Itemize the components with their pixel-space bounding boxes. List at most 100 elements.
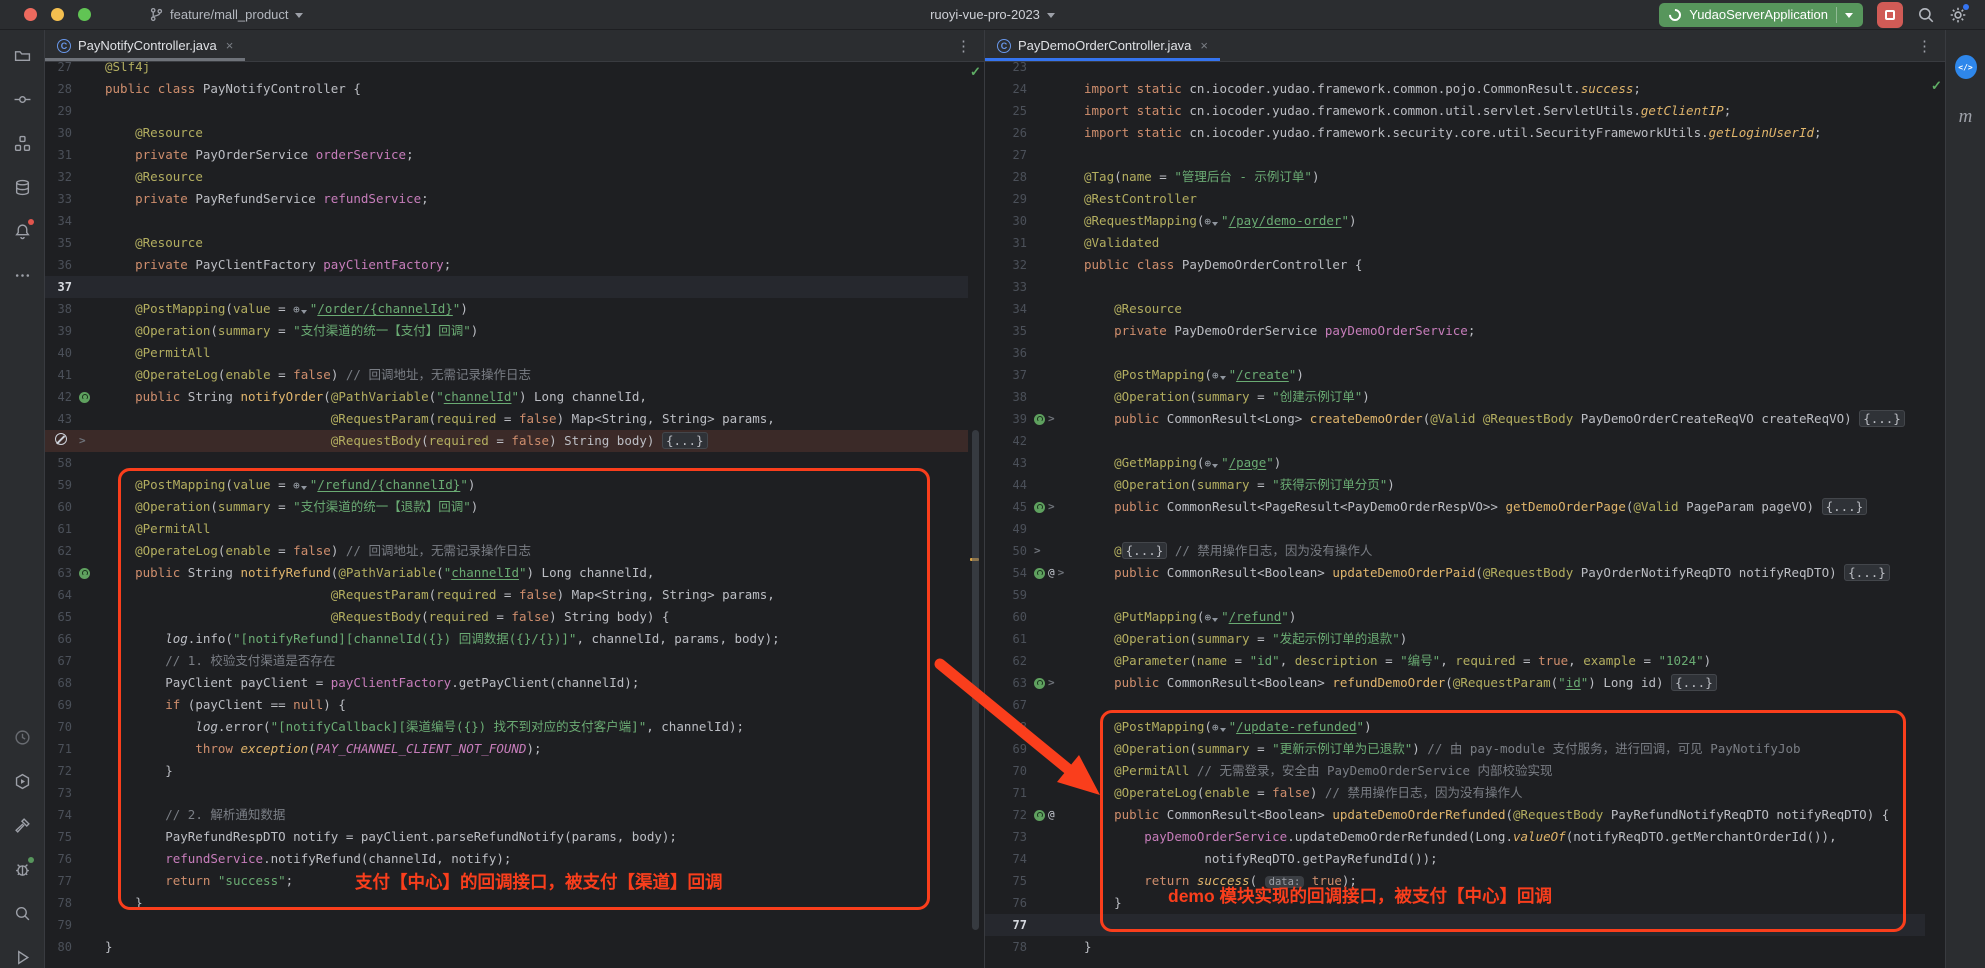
code-line-59[interactable]: 59 @PostMapping(value = "/refund/{channe…	[45, 474, 968, 496]
code-line-34[interactable]: 34	[45, 210, 968, 232]
run-test-gutter-icon[interactable]	[79, 568, 90, 579]
code-line-72[interactable]: 72@ public CommonResult<Boolean> updateD…	[985, 804, 1925, 826]
commit-icon[interactable]	[11, 88, 33, 110]
code-line-68[interactable]: 68 @PostMapping("/update-refunded")	[985, 716, 1925, 738]
code-line-77[interactable]: 77	[985, 914, 1925, 936]
annotated-gutter-icon[interactable]: @	[1048, 804, 1055, 826]
code-line-61[interactable]: 61 @Operation(summary = "发起示例订单的退款")	[985, 628, 1925, 650]
code-line-38[interactable]: 38 @PostMapping(value = "/order/{channel…	[45, 298, 968, 320]
tab-pay-notify-controller[interactable]: C PayNotifyController.java ×	[45, 30, 245, 61]
structure-icon[interactable]	[11, 132, 33, 154]
code-line-78[interactable]: 78}	[985, 936, 1925, 958]
annotated-gutter-icon[interactable]: @	[1048, 562, 1055, 584]
history-icon[interactable]	[11, 726, 33, 748]
run-test-gutter-icon[interactable]	[1034, 502, 1045, 513]
code-line-74[interactable]: 74 notifyReqDTO.getPayRefundId());	[985, 848, 1925, 870]
code-line-39[interactable]: 39 @Operation(summary = "支付渠道的统一【支付】回调")	[45, 320, 968, 342]
run-test-gutter-icon[interactable]	[1034, 414, 1045, 425]
tab-options-button[interactable]: ⋮	[944, 30, 984, 61]
code-line-49[interactable]: 49	[985, 518, 1925, 540]
code-line-35[interactable]: 35 @Resource	[45, 232, 968, 254]
code-line-80[interactable]: 80}	[45, 936, 968, 958]
code-line-39[interactable]: 39> public CommonResult<Long> createDemo…	[985, 408, 1925, 430]
more-icon[interactable]	[11, 264, 33, 286]
close-tab-icon[interactable]: ×	[226, 38, 234, 53]
run-configuration-button[interactable]: YudaoServerApplication	[1659, 3, 1863, 27]
code-line-62[interactable]: 62 @Parameter(name = "id", description =…	[985, 650, 1925, 672]
code-line[interactable]: > @RequestBody(required = false) String …	[45, 430, 968, 452]
folder-icon[interactable]	[11, 44, 33, 66]
code-line-35[interactable]: 35 private PayDemoOrderService payDemoOr…	[985, 320, 1925, 342]
fold-arrow-icon[interactable]: >	[1058, 562, 1065, 584]
debug-icon[interactable]	[11, 858, 33, 880]
tab-options-button[interactable]: ⋮	[1905, 30, 1945, 61]
inspections-ok-icon[interactable]: ✓	[1931, 78, 1942, 94]
code-line-26[interactable]: 26import static cn.iocoder.yudao.framewo…	[985, 122, 1925, 144]
right-code-editor[interactable]: 2324import static cn.iocoder.yudao.frame…	[985, 62, 1925, 968]
maven-icon[interactable]: m	[1955, 106, 1977, 128]
code-line-58[interactable]: 58	[45, 452, 968, 474]
fold-arrow-icon[interactable]: >	[1048, 408, 1055, 430]
build-icon[interactable]	[11, 814, 33, 836]
code-line-28[interactable]: 28public class PayNotifyController {	[45, 78, 968, 100]
ai-assistant-icon[interactable]: </>	[1955, 56, 1977, 78]
code-line-71[interactable]: 71 throw exception(PAY_CHANNEL_CLIENT_NO…	[45, 738, 968, 760]
scrollbar-thumb[interactable]	[972, 430, 979, 930]
code-line-32[interactable]: 32 @Resource	[45, 166, 968, 188]
code-line-67[interactable]: 67 // 1. 校验支付渠道是否存在	[45, 650, 968, 672]
code-line-25[interactable]: 25import static cn.iocoder.yudao.framewo…	[985, 100, 1925, 122]
code-line-71[interactable]: 71 @OperateLog(enable = false) // 禁用操作日志…	[985, 782, 1925, 804]
code-line-38[interactable]: 38 @Operation(summary = "创建示例订单")	[985, 386, 1925, 408]
code-line-62[interactable]: 62 @OperateLog(enable = false) // 回调地址，无…	[45, 540, 968, 562]
code-line-74[interactable]: 74 // 2. 解析通知数据	[45, 804, 968, 826]
code-line-34[interactable]: 34 @Resource	[985, 298, 1925, 320]
run-test-gutter-icon[interactable]	[1034, 810, 1045, 821]
code-line-29[interactable]: 29	[45, 100, 968, 122]
fold-arrow-icon[interactable]: >	[1048, 496, 1055, 518]
inspections-ok-icon[interactable]: ✓	[970, 64, 981, 80]
code-line-60[interactable]: 60 @Operation(summary = "支付渠道的统一【退款】回调")	[45, 496, 968, 518]
code-line-78[interactable]: 78 }	[45, 892, 968, 914]
code-line-30[interactable]: 30 @Resource	[45, 122, 968, 144]
code-line-64[interactable]: 64 @RequestParam(required = false) Map<S…	[45, 584, 968, 606]
code-line-54[interactable]: 54@> public CommonResult<Boolean> update…	[985, 562, 1925, 584]
code-line-79[interactable]: 79	[45, 914, 968, 936]
code-line-33[interactable]: 33 private PayRefundService refundServic…	[45, 188, 968, 210]
code-line-44[interactable]: 44 @Operation(summary = "获得示例订单分页")	[985, 474, 1925, 496]
code-line-43[interactable]: 43 @RequestParam(required = false) Map<S…	[45, 408, 968, 430]
code-line-30[interactable]: 30@RequestMapping("/pay/demo-order")	[985, 210, 1925, 232]
code-line-63[interactable]: 63> public CommonResult<Boolean> refundD…	[985, 672, 1925, 694]
code-line-70[interactable]: 70 log.error("[notifyCallback][渠道编号({}) …	[45, 716, 968, 738]
code-line-28[interactable]: 28@Tag(name = "管理后台 - 示例订单")	[985, 166, 1925, 188]
code-line-75[interactable]: 75 return success( data: true);	[985, 870, 1925, 892]
code-line-77[interactable]: 77 return "success";	[45, 870, 968, 892]
code-line-27[interactable]: 27@Slf4j	[45, 62, 968, 78]
code-line-40[interactable]: 40 @PermitAll	[45, 342, 968, 364]
code-line-24[interactable]: 24import static cn.iocoder.yudao.framewo…	[985, 78, 1925, 100]
code-line-69[interactable]: 69 @Operation(summary = "更新示例订单为已退款") //…	[985, 738, 1925, 760]
code-line-23[interactable]: 23	[985, 62, 1925, 78]
code-line-72[interactable]: 72 }	[45, 760, 968, 782]
code-line-73[interactable]: 73 payDemoOrderService.updateDemoOrderRe…	[985, 826, 1925, 848]
code-line-73[interactable]: 73	[45, 782, 968, 804]
search-everywhere-button[interactable]	[1917, 6, 1935, 24]
stop-button[interactable]	[1877, 2, 1903, 28]
code-line-33[interactable]: 33	[985, 276, 1925, 298]
code-line-41[interactable]: 41 @OperateLog(enable = false) // 回调地址，无…	[45, 364, 968, 386]
code-line-45[interactable]: 45> public CommonResult<PageResult<PayDe…	[985, 496, 1925, 518]
code-line-31[interactable]: 31 private PayOrderService orderService;	[45, 144, 968, 166]
services-icon[interactable]	[11, 770, 33, 792]
run-test-gutter-icon[interactable]	[1034, 568, 1045, 579]
code-line-37[interactable]: 37	[45, 276, 968, 298]
code-line-69[interactable]: 69 if (payClient == null) {	[45, 694, 968, 716]
notifications-icon[interactable]	[11, 220, 33, 242]
code-line-42[interactable]: 42	[985, 430, 1925, 452]
fold-arrow-icon[interactable]: >	[79, 430, 86, 452]
code-line-66[interactable]: 66 log.info("[notifyRefund][channelId({}…	[45, 628, 968, 650]
tab-pay-demo-order-controller[interactable]: C PayDemoOrderController.java ×	[985, 30, 1220, 61]
search-icon[interactable]	[11, 902, 33, 924]
code-line-76[interactable]: 76 refundService.notifyRefund(channelId,…	[45, 848, 968, 870]
code-line-67[interactable]: 67	[985, 694, 1925, 716]
code-line-76[interactable]: 76 }	[985, 892, 1925, 914]
code-line-42[interactable]: 42 public String notifyOrder(@PathVariab…	[45, 386, 968, 408]
